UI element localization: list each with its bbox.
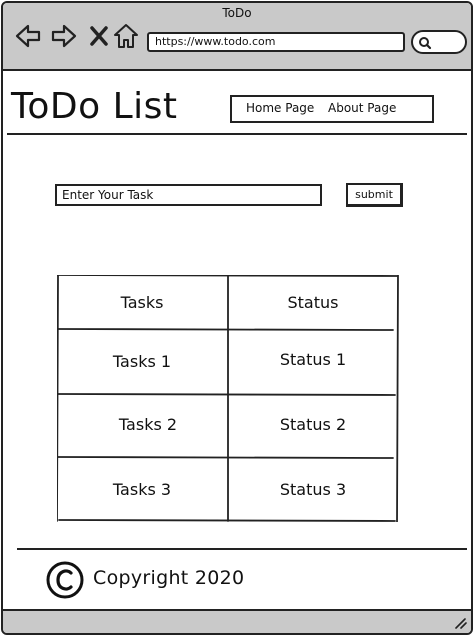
status-bar [3,609,471,633]
address-bar[interactable]: https://www.todo.com [147,32,405,52]
table-cell-status: Status 1 [279,350,347,369]
submit-button[interactable]: submit [346,183,403,207]
header-divider [7,133,467,135]
footer-divider [17,548,467,550]
header-status: Status [287,293,339,312]
close-icon[interactable] [87,23,113,49]
table-cell-status: Status 3 [279,480,347,499]
copyright-icon [46,561,84,599]
search-button[interactable] [411,30,467,54]
nav-about-link[interactable]: About Page [328,101,396,115]
resize-grip-icon[interactable] [453,617,467,629]
site-title: ToDo List [11,86,178,127]
window-title: ToDo [222,6,252,20]
nav-menu: Home Page About Page [230,95,434,123]
task-input[interactable]: Enter Your Task [55,184,322,206]
forward-icon[interactable] [51,23,77,49]
browser-window: ToDo https://www.todo.com ToDo List Home… [1,1,473,635]
tasks-table: Tasks Status Tasks 1 Status 1 Tasks 2 St… [57,275,399,522]
table-cell-task: Tasks 1 [112,352,172,371]
copyright-text: Copyright 2020 [93,567,245,589]
table-cell-task: Tasks 3 [112,480,172,499]
table-cell-task: Tasks 2 [118,415,178,434]
table-cell-status: Status 2 [279,415,347,434]
search-icon [419,37,432,50]
browser-chrome: ToDo https://www.todo.com [3,3,471,71]
nav-home-link[interactable]: Home Page [246,101,314,115]
header-tasks: Tasks [120,293,164,312]
home-icon[interactable] [113,23,139,49]
back-icon[interactable] [15,23,41,49]
